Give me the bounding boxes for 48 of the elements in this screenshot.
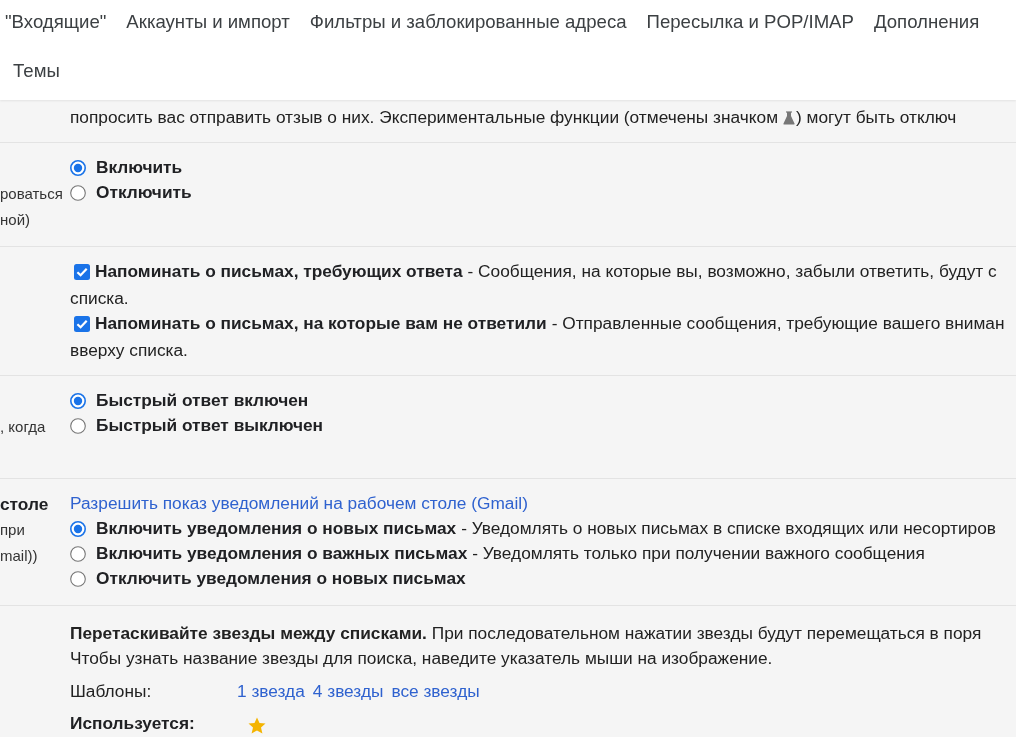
presets-label: Шаблоны: — [70, 680, 153, 703]
option-label: Включить уведомления о важных письмах — [96, 541, 468, 565]
checkbox[interactable] — [74, 316, 90, 332]
star-instructions: Чтобы узнать название звезды для поиска, наведите указатель мыши на изображение. — [70, 647, 773, 670]
option-label: Быстрый ответ включен — [96, 388, 309, 412]
setting-description: ной) — [0, 210, 30, 230]
option-description: - Уведомлять о новых письмах в списке входящих или несортиров — [461, 516, 996, 540]
setting-label: столе — [0, 493, 49, 516]
radio-button[interactable] — [70, 392, 86, 409]
option-label: Напоминать о письмах, требующих ответа — [95, 260, 463, 284]
star-icon[interactable] — [248, 717, 266, 734]
option-description: - Уведомлять только при получении важного сообщения — [472, 541, 925, 565]
option-description: - Сообщения, на которые вы, возможно, забыли ответить, будут с — [467, 260, 997, 284]
star-instructions: Перетаскивайте звезды между списками. При последовательном нажатии звезды будут перемещаться в поря — [70, 622, 982, 645]
preset-link[interactable]: все звезды — [391, 679, 480, 704]
settings-tab[interactable]: Дополнения — [873, 9, 980, 35]
option-label: Отключить уведомления о новых письмах — [96, 566, 466, 590]
checkbox[interactable] — [74, 264, 90, 280]
option-label: Включить уведомления о новых письмах — [96, 516, 457, 540]
radio-button[interactable] — [70, 159, 86, 176]
option-label: Быстрый ответ выключен — [96, 413, 324, 437]
setting-description: попросить вас отправить отзыв о них. Экспериментальные функции (отмечены значком — [70, 106, 778, 129]
preset-link[interactable]: 4 звезды — [312, 679, 384, 704]
setting-description: ) могут быть отключ — [796, 106, 957, 129]
option-description: списка. — [70, 287, 129, 310]
settings-tab[interactable]: "Входящие" — [5, 9, 107, 35]
in-use-label: Используется: — [70, 711, 196, 735]
radio-button[interactable] — [70, 184, 86, 201]
settings-tab[interactable]: Темы — [13, 58, 60, 84]
link[interactable]: Разрешить показ уведомлений на рабочем столе (Gmail) — [70, 491, 528, 516]
option-label: Напоминать о письмах, на которые вам не ответили — [95, 312, 547, 336]
settings-tab[interactable]: Пересылка и POP/IMAP — [646, 9, 854, 35]
radio-button[interactable] — [70, 417, 86, 434]
settings-tab[interactable]: Аккаунты и импорт — [126, 9, 290, 35]
preset-link[interactable]: 1 звезда — [237, 679, 305, 704]
radio-button[interactable] — [70, 520, 86, 537]
setting-description: mail)) — [0, 546, 38, 566]
radio-button[interactable] — [70, 570, 86, 587]
setting-description: , когда — [0, 417, 46, 437]
radio-button[interactable] — [70, 545, 86, 562]
option-label: Включить — [96, 155, 183, 179]
option-label: Отключить — [96, 180, 192, 204]
option-description: вверху списка. — [70, 339, 188, 362]
flask-icon — [783, 110, 795, 125]
option-description: - Отправленные сообщения, требующие вашего вниман — [551, 312, 1005, 336]
setting-description: при — [0, 520, 25, 540]
setting-description: роваться — [0, 184, 63, 204]
settings-tab[interactable]: Фильтры и заблокированные адреса — [309, 9, 627, 35]
